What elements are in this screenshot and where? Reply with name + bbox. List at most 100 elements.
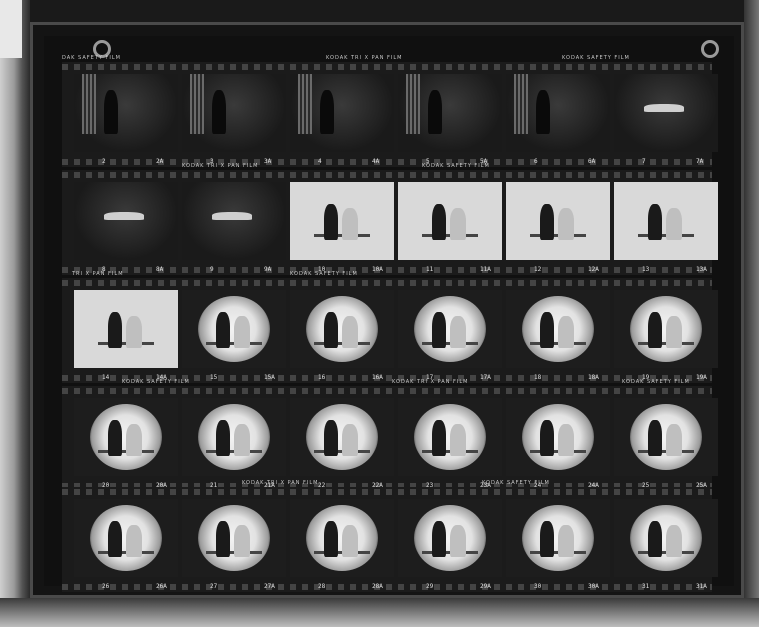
seated-woman-figure [126,424,142,456]
right-edge [744,0,759,627]
film-strip: KODAK SAFETY FILM KODAK TRI X PAN FILM KOD… [62,379,718,491]
film-frame [290,398,394,476]
frame-number-a: 19A [696,374,707,381]
seated-woman-figure [342,208,358,240]
film-frame [182,499,286,577]
performer-figure [536,90,550,134]
film-strip: KODAK TRI X PAN FILM KODAK SAFETY FILM 26 2… [62,480,718,592]
frame-number: 6 [534,158,538,165]
film-edge-text: KODAK SAFETY FILM [422,163,490,169]
seated-woman-figure [234,424,250,456]
frame-number-a: 28A [372,583,383,590]
curtain [406,74,420,134]
film-frame [290,290,394,368]
frame-number: 28 [318,583,326,590]
seated-woman-figure [450,208,466,240]
seated-man-figure [432,420,446,456]
reclining-figure [644,104,684,112]
frame-number-a: 18A [588,374,599,381]
frame-number-a: 4A [372,158,380,165]
frame-number-a: 2A [156,158,164,165]
film-frame [506,290,610,368]
seated-man-figure [108,420,122,456]
frame-number: 18 [534,374,542,381]
frame-number-a: 13A [696,266,707,273]
film-frame [614,74,718,152]
seated-woman-figure [450,424,466,456]
frame-number-a: 7A [696,158,704,165]
film-edge-text: KODAK SAFETY FILM [622,379,690,385]
frame-number: 2 [102,158,106,165]
curtain [298,74,312,134]
film-edge-text: KODAK TRI X PAN FILM [326,55,403,61]
film-frame [614,499,718,577]
frame-number-a: 8A [156,266,164,273]
sprocket-holes [62,280,712,286]
seated-woman-figure [666,316,682,348]
frame-number-a: 6A [588,158,596,165]
seated-man-figure [216,312,230,348]
frame-number-a: 31A [696,583,707,590]
film-frame [74,398,178,476]
frame-number-a: 26A [156,583,167,590]
frame-number: 30 [534,583,542,590]
curtain [82,74,96,134]
seated-man-figure [648,312,662,348]
frame-number: 15 [210,374,218,381]
film-edge-text: KODAK TRI X PAN FILM [242,480,319,486]
sprocket-holes [62,172,712,178]
seated-woman-figure [450,316,466,348]
seated-man-figure [648,204,662,240]
film-frame [614,398,718,476]
frame-number-a: 15A [264,374,275,381]
film-edge-text: TRI X PAN FILM [72,271,124,277]
frame-number-a: 16A [372,374,383,381]
seated-woman-figure [558,208,574,240]
seated-man-figure [216,521,230,557]
frame-number: 13 [642,266,650,273]
film-frame [506,499,610,577]
sprocket-holes [62,64,712,70]
seated-woman-figure [558,525,574,557]
film-edge-text: KODAK SAFETY FILM [122,379,190,385]
film-frame [290,499,394,577]
frame-number: 16 [318,374,326,381]
frame-number: 29 [426,583,434,590]
frame-number: 26 [102,583,110,590]
film-frame [182,398,286,476]
film-frame [182,74,286,152]
film-frame [398,182,502,260]
frame-number: 27 [210,583,218,590]
film-frame [398,290,502,368]
seated-man-figure [108,521,122,557]
seated-woman-figure [234,525,250,557]
film-strip: TRI X PAN FILM KODAK SAFETY FILM 14 14A 15 15… [62,271,718,383]
film-frame [398,499,502,577]
frame-number-a: 12A [588,266,599,273]
frame-number-a: 27A [264,583,275,590]
frame-number-a: 10A [372,266,383,273]
sprocket-holes [62,388,712,394]
bottom-edge [0,598,759,627]
performer-figure [428,90,442,134]
seated-man-figure [540,420,554,456]
frame-number-a: 3A [264,158,272,165]
seated-woman-figure [234,316,250,348]
seated-man-figure [648,420,662,456]
frame-number: 31 [642,583,650,590]
film-frame [506,74,610,152]
seated-woman-figure [558,316,574,348]
seated-man-figure [432,204,446,240]
film-frame [614,182,718,260]
top-edge [0,0,759,22]
frame-number: 9 [210,266,214,273]
frame-number: 12 [534,266,542,273]
film-edge-text: KODAK SAFETY FILM [562,55,630,61]
film-frame [506,398,610,476]
film-frame [74,74,178,152]
film-frame [398,74,502,152]
frame-number-a: 17A [480,374,491,381]
film-frame [74,182,178,260]
seated-woman-figure [342,525,358,557]
frame-number: 7 [642,158,646,165]
